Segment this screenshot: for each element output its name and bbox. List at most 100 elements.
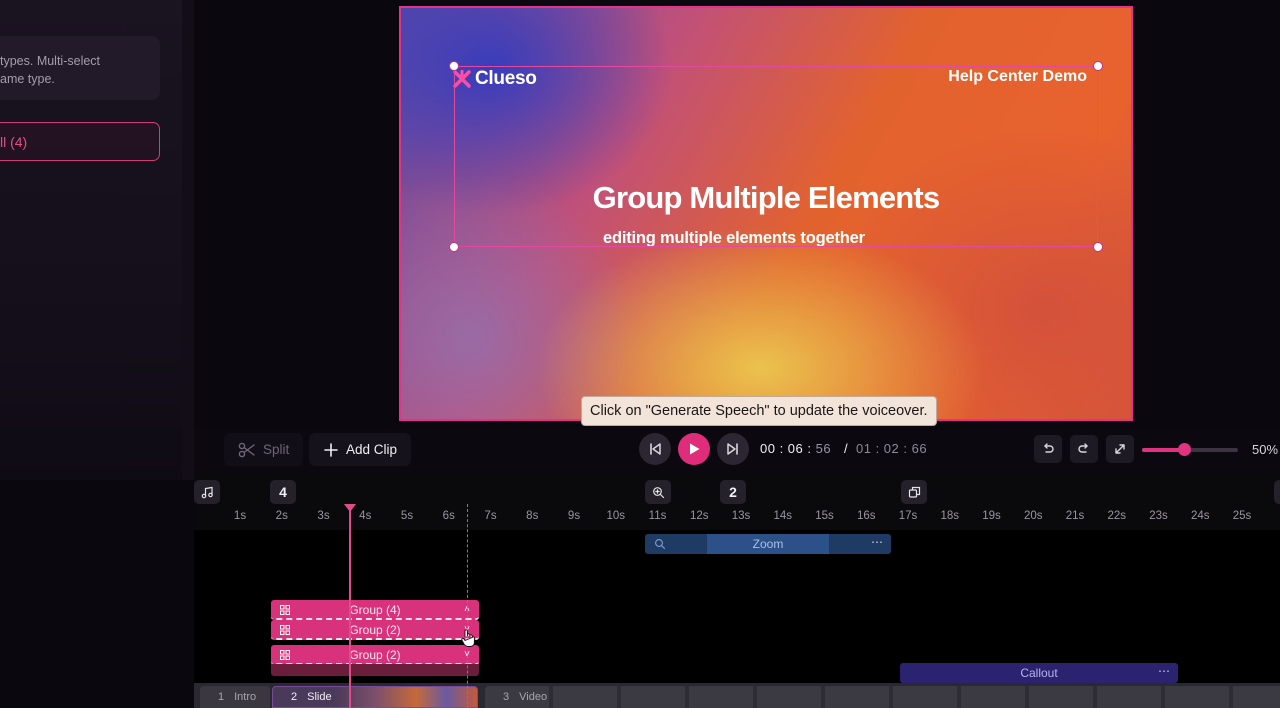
clip-name: Intro	[234, 691, 257, 703]
select-all-label: ll (4)	[0, 134, 28, 150]
group-track-2a[interactable]: Group (2) ˅	[271, 620, 479, 640]
hint-line-1: types. Multi-select	[0, 54, 101, 68]
ruler-tick-label: 1s	[233, 510, 247, 522]
ruler-tick-label: 23s	[1149, 510, 1168, 522]
clip-name: Video	[519, 691, 548, 703]
ruler-tick-label: 22s	[1107, 510, 1127, 522]
play-button[interactable]	[678, 433, 710, 465]
ruler-tick-label: 2s	[275, 510, 288, 522]
audio-track-button[interactable]	[194, 480, 220, 504]
fit-timeline-button[interactable]	[1106, 435, 1134, 463]
ruler-tick-label: 25s	[1232, 510, 1252, 522]
panel-divider[interactable]	[182, 0, 194, 480]
timeline-zoom-slider[interactable]	[1142, 443, 1238, 456]
group-track-4[interactable]: Group (4) ˄	[271, 600, 479, 620]
editor-app: types. Multi-select ame type. ll (4) Clu…	[0, 0, 1280, 708]
ruler-tick-label: 20s	[1023, 510, 1043, 522]
callout-effect-track[interactable]: Callout ⋯	[900, 663, 1178, 683]
callout-track-label: Callout	[1020, 666, 1058, 680]
ruler-tick-label: 19s	[982, 510, 1001, 522]
split-button[interactable]: Split	[224, 433, 304, 466]
undo-button[interactable]	[1034, 435, 1062, 463]
step-marker-4[interactable]: 4	[270, 480, 296, 504]
ruler-tick-label: 17s	[898, 510, 918, 522]
hint-line-2: ame type.	[0, 72, 55, 86]
more-options-icon[interactable]: ⋯	[1158, 664, 1170, 678]
ruler-tick-label: 24s	[1190, 510, 1210, 522]
side-panel: types. Multi-select ame type. ll (4)	[0, 0, 182, 480]
add-clip-label: Add Clip	[346, 442, 398, 457]
zoom-track-label: Zoom	[752, 537, 784, 551]
current-time-main: 00 : 06 :	[760, 441, 812, 456]
zoom-in-icon	[652, 486, 664, 498]
add-clip-button[interactable]: Add Clip	[309, 433, 412, 466]
group-label: Group (4)	[349, 603, 401, 617]
ruler-tick-label: 5s	[400, 510, 414, 522]
play-icon	[690, 443, 700, 455]
callout-icon	[908, 486, 920, 498]
offscreen-marker[interactable]	[1274, 480, 1280, 504]
ruler-tick-label: 21s	[1065, 510, 1085, 522]
voiceover-toast: Click on "Generate Speech" to update the…	[581, 396, 937, 426]
zoom-marker-button[interactable]	[645, 480, 671, 504]
ruler-tick-label: 11s	[648, 510, 667, 522]
skip-back-button[interactable]	[639, 433, 671, 465]
ruler-tick-label: 4s	[359, 510, 372, 522]
clip-video[interactable]: 3 Video	[485, 686, 1280, 708]
ruler-tick-label: 7s	[484, 510, 497, 522]
expand-icon	[1115, 444, 1125, 454]
clip-slide[interactable]: 2 Slide	[272, 686, 478, 708]
zoom-effect-track[interactable]: Zoom ⋯	[645, 534, 891, 554]
clip-intro[interactable]: 1 Intro	[200, 686, 270, 708]
undo-icon	[1044, 443, 1054, 453]
ruler-tick-label: 6s	[442, 510, 455, 522]
clip-number: 1	[218, 691, 225, 703]
ruler-tick-label: 9s	[567, 510, 581, 522]
ruler-tick-label: 3s	[317, 510, 330, 522]
playhead[interactable]	[349, 506, 351, 708]
resize-handle-bottom-right[interactable]	[1093, 242, 1103, 252]
playback-toolbar: Split Add Clip 00 : 06 : 56 / 01: 02: …	[194, 430, 1280, 474]
callout-marker-button[interactable]	[901, 480, 927, 504]
ruler-tick-label: 16s	[856, 510, 876, 522]
total-time: 01 : 02 : 66	[856, 441, 928, 456]
more-options-icon[interactable]: ⋯	[871, 535, 883, 549]
split-guide-line	[467, 504, 468, 708]
resize-handle-top-left[interactable]	[449, 61, 459, 71]
group-track-shadow	[271, 664, 479, 676]
timeline-ruler[interactable]: 4 2 1s 2s 3s 4s 5s 6s 7s 8s 9s 10s 11s 12s 13s 14s 15s…	[194, 474, 1280, 530]
hint-box: types. Multi-select ame type.	[0, 36, 160, 100]
scissors-icon	[238, 442, 255, 457]
ruler-tick-label: 12s	[689, 510, 709, 522]
music-note-icon	[201, 486, 213, 498]
group-label: Group (2)	[349, 623, 401, 637]
skip-back-icon	[650, 443, 661, 455]
time-separator: /	[844, 441, 848, 456]
step-marker-2[interactable]: 2	[720, 480, 746, 504]
clips-row: 1 Intro 2 Slide 3 Video	[194, 683, 1280, 708]
ruler-tick-label: 15s	[815, 510, 834, 522]
group-track-2b[interactable]: Group (2) ˅	[271, 645, 479, 665]
redo-icon	[1078, 443, 1088, 453]
hand-cursor-icon	[461, 629, 475, 647]
ruler-tick-label: 13s	[731, 510, 751, 522]
ruler-tick-label: 14s	[773, 510, 793, 522]
group-label: Group (2)	[349, 648, 401, 662]
clip-name: Slide	[307, 691, 332, 703]
zoom-slider-thumb[interactable]	[1178, 443, 1192, 456]
select-all-button[interactable]: ll (4)	[0, 122, 160, 161]
skip-forward-icon	[727, 443, 738, 455]
plus-icon	[324, 442, 338, 457]
clip-number: 2	[291, 691, 298, 703]
current-time-ms: 56	[815, 441, 832, 456]
skip-forward-button[interactable]	[717, 433, 749, 465]
group-selection-box[interactable]	[454, 66, 1098, 247]
redo-button[interactable]	[1070, 435, 1098, 463]
zoom-level-label: 50%	[1252, 442, 1279, 457]
resize-handle-bottom-left[interactable]	[449, 242, 459, 252]
ruler-tick-label: 8s	[526, 510, 539, 522]
slide-canvas[interactable]: Clueso Help Center Demo Group Multiple E…	[399, 6, 1133, 421]
current-time: 00 : 06 : 56	[760, 441, 831, 456]
clip-number: 3	[503, 691, 510, 703]
resize-handle-top-right[interactable]	[1093, 61, 1103, 71]
